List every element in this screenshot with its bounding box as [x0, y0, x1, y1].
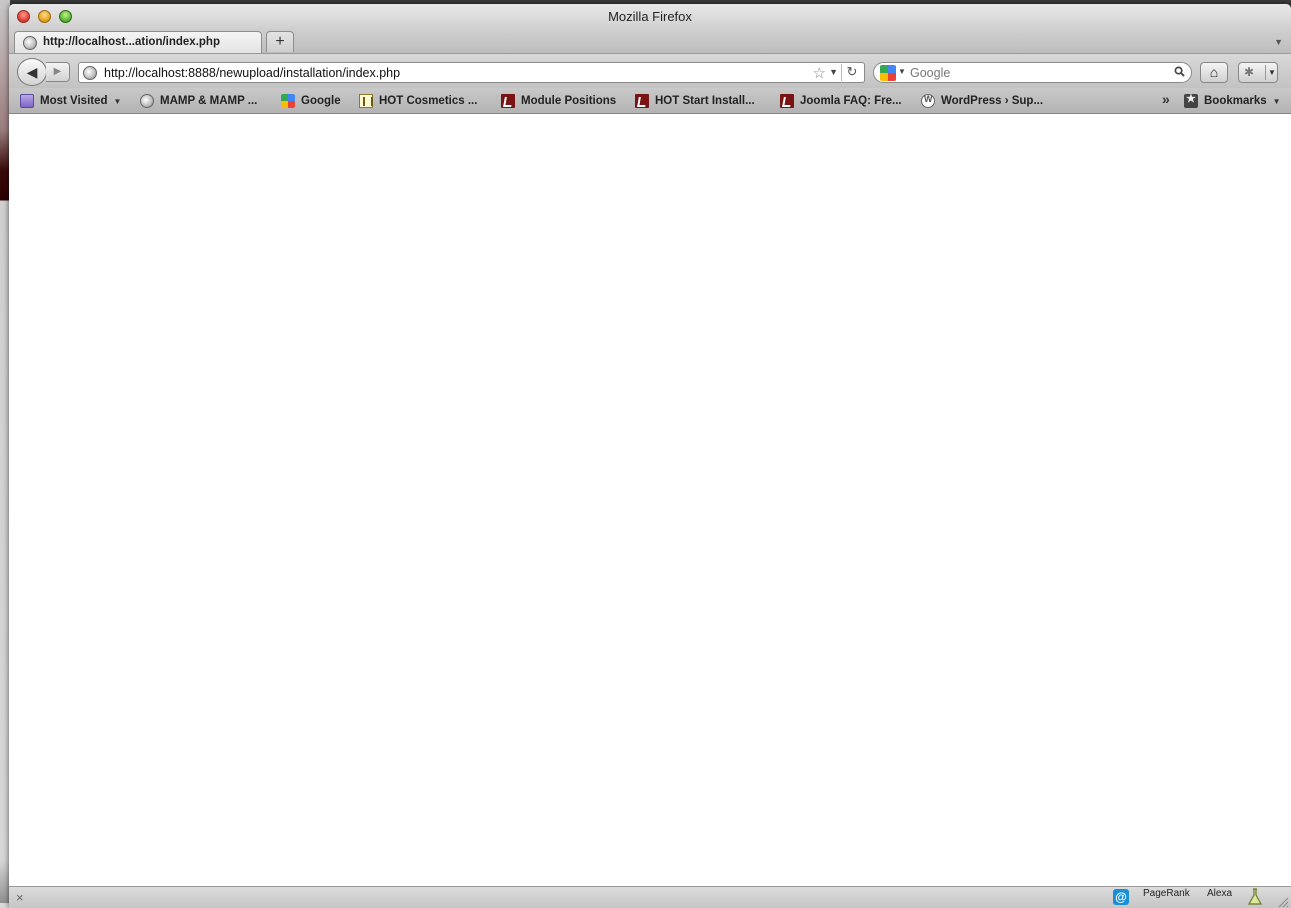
url-text[interactable]: http://localhost:8888/newupload/installa…: [104, 66, 400, 80]
globe-icon: [23, 36, 37, 50]
bookmarks-overflow-chevron-icon[interactable]: »: [1162, 91, 1170, 107]
google-search-engine-icon[interactable]: [880, 65, 896, 81]
pagerank-label[interactable]: PageRank: [1143, 888, 1190, 899]
folder-icon: [20, 94, 34, 108]
addon-separator: [1265, 65, 1266, 80]
bookmark-label: Google: [301, 95, 341, 107]
tab-label: http://localhost...ation/index.php: [43, 36, 220, 48]
url-history-dropdown-icon[interactable]: ▼: [829, 67, 838, 77]
flask-icon[interactable]: [1247, 888, 1263, 906]
navigation-toolbar: ◀ ▶ http://localhost:8888/newupload/inst…: [9, 54, 1291, 88]
bookmark-label: Module Positions: [521, 95, 617, 107]
bookmark-mamp[interactable]: MAMP & MAMP ...: [140, 93, 257, 109]
joomla-icon: [780, 94, 794, 108]
bookmark-star-icon[interactable]: ☆: [813, 64, 826, 82]
bookmark-label: WordPress › Sup...: [941, 95, 1044, 107]
back-arrow-icon: ◀: [26, 64, 38, 80]
wordpress-icon: [921, 94, 935, 108]
status-bar: × @ PageRank Alexa: [9, 886, 1291, 908]
browser-window: Mozilla Firefox http://localhost...ation…: [9, 4, 1291, 908]
title-bar: Mozilla Firefox: [9, 4, 1291, 30]
reload-icon[interactable]: ↻: [841, 64, 862, 81]
bookmark-google[interactable]: Google: [281, 93, 341, 109]
joomla-icon: [635, 94, 649, 108]
bookmarks-menu-button[interactable]: Bookmarks ▼: [1184, 92, 1281, 109]
bookmark-label: Most Visited: [40, 95, 108, 107]
bookmark-most-visited[interactable]: Most Visited ▼: [20, 93, 121, 109]
addon-icon: ✱: [1244, 65, 1255, 79]
home-icon: ⌂: [1209, 64, 1219, 80]
back-button[interactable]: ◀: [17, 58, 47, 86]
bookmark-label: MAMP & MAMP ...: [160, 95, 258, 107]
addon-dropdown-icon[interactable]: ▼: [1268, 68, 1276, 77]
bookmarks-toolbar: Most Visited ▼ MAMP & MAMP ... Google HO…: [9, 88, 1291, 114]
resize-grip-icon[interactable]: [1277, 896, 1289, 908]
bookmark-hot-cosmetics[interactable]: HOT Cosmetics ...: [359, 93, 477, 109]
bookmarks-star-icon: [1184, 92, 1198, 108]
at-addon-icon[interactable]: @: [1113, 889, 1129, 905]
tab-list-chevron-icon[interactable]: ▼: [1274, 37, 1283, 47]
search-bar[interactable]: ▼ Google: [873, 62, 1192, 83]
bookmark-hot-start-install[interactable]: HOT Start Install...: [635, 93, 755, 109]
search-input[interactable]: Google: [910, 66, 950, 80]
hot-icon: [359, 94, 373, 108]
close-statusbar-icon[interactable]: ×: [16, 890, 24, 905]
bookmark-wordpress[interactable]: WordPress › Sup...: [921, 93, 1043, 109]
forward-button[interactable]: ▶: [46, 62, 70, 82]
joomla-icon: [501, 94, 515, 108]
alexa-label[interactable]: Alexa: [1207, 888, 1232, 899]
bookmark-module-positions[interactable]: Module Positions: [501, 93, 616, 109]
tab-active[interactable]: http://localhost...ation/index.php: [14, 31, 262, 53]
url-bar[interactable]: http://localhost:8888/newupload/installa…: [78, 62, 865, 83]
site-identity-globe-icon[interactable]: [83, 66, 97, 80]
page-content-area[interactable]: [9, 114, 1291, 886]
google-icon: [281, 94, 295, 108]
chevron-down-icon: ▼: [1272, 96, 1281, 106]
globe-icon: [140, 94, 154, 108]
search-icon[interactable]: [1174, 66, 1185, 77]
bookmark-label: HOT Cosmetics ...: [379, 95, 478, 107]
bookmark-label: Joomla FAQ: Fre...: [800, 95, 902, 107]
addon-button[interactable]: ✱ ▼: [1238, 62, 1278, 83]
bookmark-label: HOT Start Install...: [655, 95, 755, 107]
bookmark-joomla-faq[interactable]: Joomla FAQ: Fre...: [780, 93, 902, 109]
tab-strip: http://localhost...ation/index.php + ▼: [9, 30, 1291, 54]
search-engine-dropdown-icon[interactable]: ▼: [898, 67, 906, 76]
window-title: Mozilla Firefox: [608, 9, 692, 24]
chevron-down-icon: ▼: [113, 96, 122, 106]
bookmarks-menu-label: Bookmarks: [1204, 95, 1267, 107]
home-button[interactable]: ⌂: [1200, 62, 1228, 83]
forward-arrow-icon: ▶: [53, 66, 62, 77]
new-tab-button[interactable]: +: [266, 31, 294, 52]
